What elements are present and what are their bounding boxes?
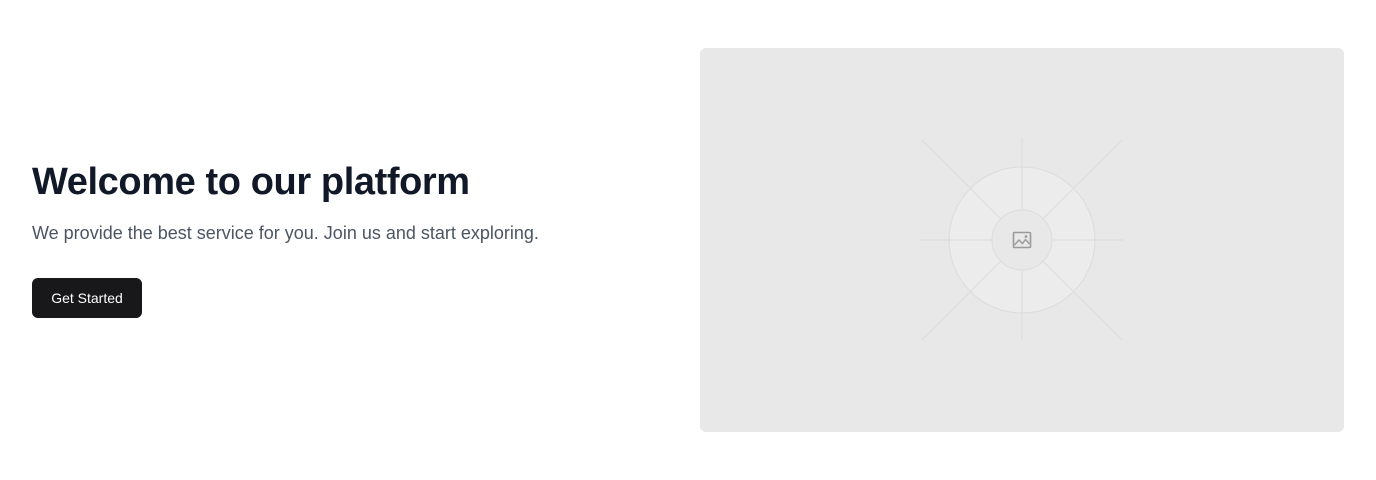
hero-subtitle: We provide the best service for you. Joi…	[32, 223, 539, 243]
hero-title: Welcome to our platform	[32, 161, 470, 203]
hero-image-placeholder	[700, 48, 1344, 432]
get-started-button[interactable]: Get Started	[32, 278, 142, 318]
hero-text-block: Welcome to our platform We provide the b…	[32, 158, 652, 246]
image-icon	[1012, 231, 1032, 249]
